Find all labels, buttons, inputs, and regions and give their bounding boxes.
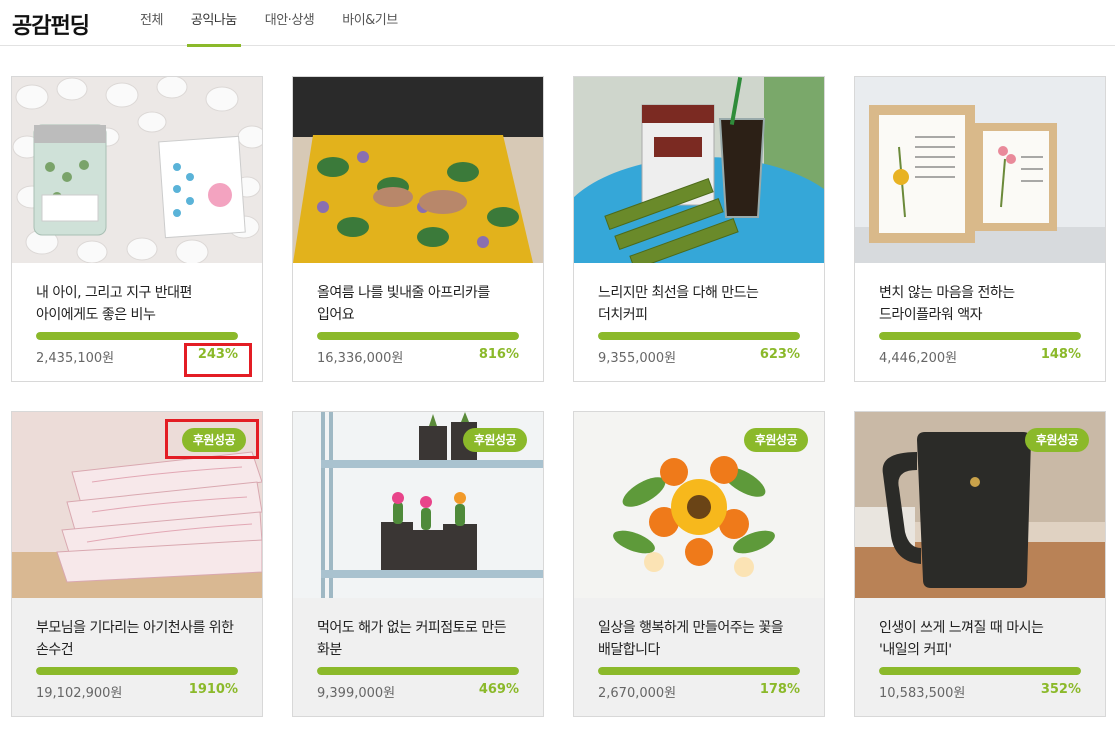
funding-progress-bar bbox=[598, 332, 800, 340]
project-thumbnail bbox=[855, 77, 1105, 263]
funding-amount: 4,446,200원 bbox=[879, 351, 958, 366]
project-title[interactable]: 내 아이, 그리고 지구 반대편 아이에게도 좋은 비누 bbox=[36, 282, 244, 326]
header: 공감펀딩 전체 공익나눔 대안·상생 바이&기브 bbox=[0, 0, 1115, 47]
funding-success-badge: 후원성공 bbox=[1024, 428, 1089, 452]
funding-progress-bar bbox=[317, 667, 519, 675]
project-title[interactable]: 인생이 쓰게 느껴질 때 마시는 '내일의 커피' bbox=[879, 617, 1087, 661]
funding-percent: 178% bbox=[759, 682, 800, 697]
funding-amount: 16,336,000원 bbox=[317, 351, 404, 366]
funding-amount: 19,102,900원 bbox=[36, 686, 123, 701]
funding-success-badge: 후원성공 bbox=[743, 428, 808, 452]
project-title[interactable]: 먹어도 해가 없는 커피점토로 만든 화분 bbox=[317, 617, 525, 661]
funding-amount: 9,355,000원 bbox=[598, 351, 677, 366]
funding-amount: 2,670,000원 bbox=[598, 686, 677, 701]
funding-percent: 148% bbox=[1040, 347, 1081, 362]
funding-progress-bar bbox=[36, 667, 238, 675]
tab-public-sharing[interactable]: 공익나눔 bbox=[186, 0, 241, 47]
tab-all[interactable]: 전체 bbox=[140, 0, 163, 46]
project-card[interactable]: 느리지만 최선을 다해 만드는 더치커피 9,355,000원 623% bbox=[573, 76, 825, 382]
funding-percent: 816% bbox=[478, 347, 519, 362]
tab-alternative[interactable]: 대안·상생 bbox=[265, 0, 315, 46]
funding-success-badge: 후원성공 bbox=[181, 428, 246, 452]
project-card[interactable]: 변치 않는 마음을 전하는 드라이플라워 액자 4,446,200원 148% bbox=[854, 76, 1106, 382]
project-title[interactable]: 느리지만 최선을 다해 만드는 더치커피 bbox=[598, 282, 806, 326]
project-thumbnail bbox=[12, 77, 262, 263]
project-card[interactable]: 올여름 나를 빛내줄 아프리카를 입어요 16,336,000원 816% bbox=[292, 76, 544, 382]
project-card[interactable]: 후원성공 먹어도 해가 없는 커피점토로 만든 화분 9,399,000원 46… bbox=[292, 411, 544, 717]
funding-progress-bar bbox=[36, 332, 238, 340]
funding-progress-bar bbox=[598, 667, 800, 675]
page-title: 공감펀딩 bbox=[12, 14, 90, 39]
funding-progress-bar bbox=[317, 332, 519, 340]
project-title[interactable]: 올여름 나를 빛내줄 아프리카를 입어요 bbox=[317, 282, 525, 326]
project-card[interactable]: 후원성공 부모님을 기다리는 아기천사를 위한 손수건 19,102,900원 … bbox=[11, 411, 263, 717]
funding-percent: 352% bbox=[1040, 682, 1081, 697]
funding-success-badge: 후원성공 bbox=[462, 428, 527, 452]
funding-progress-bar bbox=[879, 667, 1081, 675]
funding-percent: 1910% bbox=[188, 682, 238, 697]
funding-progress-bar bbox=[879, 332, 1081, 340]
project-thumbnail bbox=[574, 77, 824, 263]
project-card[interactable]: 후원성공 일상을 행복하게 만들어주는 꽃을 배달합니다 2,670,000원 … bbox=[573, 411, 825, 717]
funding-amount: 10,583,500원 bbox=[879, 686, 966, 701]
tab-buy-and-give[interactable]: 바이&기브 bbox=[342, 0, 398, 46]
funding-amount: 9,399,000원 bbox=[317, 686, 396, 701]
category-tabs: 전체 공익나눔 대안·상생 바이&기브 bbox=[140, 0, 426, 47]
project-card[interactable]: 내 아이, 그리고 지구 반대편 아이에게도 좋은 비누 2,435,100원 … bbox=[11, 76, 263, 382]
project-title[interactable]: 부모님을 기다리는 아기천사를 위한 손수건 bbox=[36, 617, 244, 661]
project-title[interactable]: 변치 않는 마음을 전하는 드라이플라워 액자 bbox=[879, 282, 1087, 326]
funding-amount: 2,435,100원 bbox=[36, 351, 115, 366]
funding-percent: 469% bbox=[478, 682, 519, 697]
funding-percent: 623% bbox=[759, 347, 800, 362]
project-title[interactable]: 일상을 행복하게 만들어주는 꽃을 배달합니다 bbox=[598, 617, 806, 661]
funding-percent: 243% bbox=[197, 347, 238, 362]
project-thumbnail bbox=[293, 77, 543, 263]
project-card[interactable]: 후원성공 인생이 쓰게 느껴질 때 마시는 '내일의 커피' 10,583,50… bbox=[854, 411, 1106, 717]
